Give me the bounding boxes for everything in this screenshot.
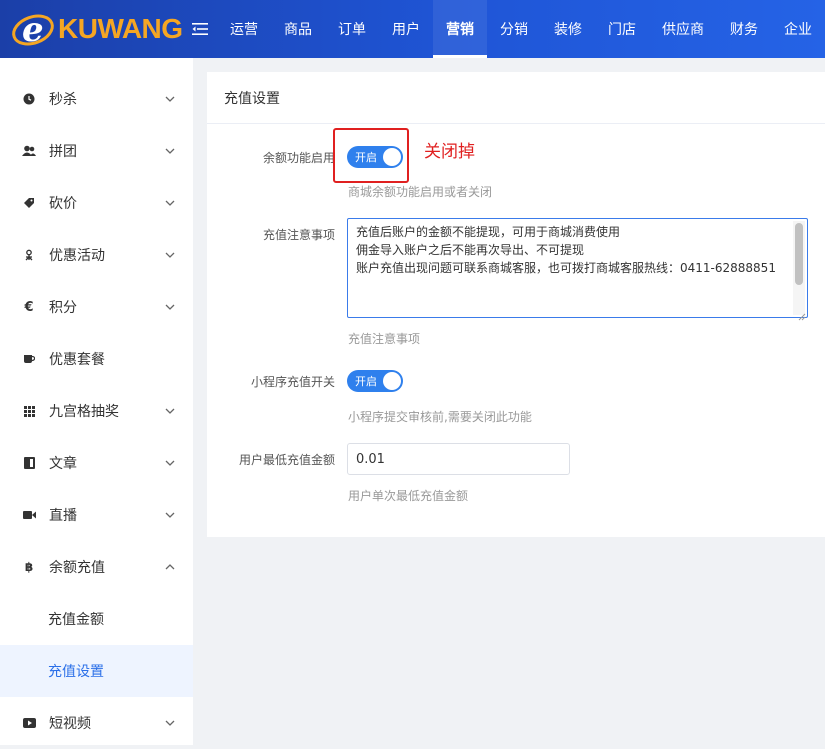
- min-amount-label: 用户最低充值金额: [238, 453, 335, 467]
- toggle-state-text: 开启: [355, 375, 377, 388]
- nav-item-marketing[interactable]: 营销: [433, 0, 487, 58]
- chevron-down-icon: [165, 510, 175, 520]
- sidebar-item-label: 短视频: [49, 716, 91, 732]
- top-navbar: e KUWANG 运营 商品 订单 用户 营销 分销 装修 门店 供应商 财务 …: [0, 0, 825, 58]
- annotation-highlight-box: [333, 128, 409, 183]
- balance-switch-help: 商城余额功能启用或者关闭: [348, 185, 493, 199]
- cup-icon: [22, 352, 36, 366]
- sidebar-item-label: 九宫格抽奖: [49, 404, 119, 420]
- chevron-down-icon: [165, 458, 175, 468]
- mini-switch-help: 小程序提交审核前,需要关闭此功能: [348, 410, 532, 424]
- nav-item-enterprise[interactable]: 企业: [771, 0, 825, 58]
- clock-icon: [22, 92, 36, 106]
- tag-icon: [22, 196, 36, 210]
- sidebar-item-label: 积分: [49, 300, 77, 316]
- resize-handle-icon[interactable]: [798, 308, 806, 321]
- nav-item-stores[interactable]: 门店: [595, 0, 649, 58]
- settings-card: 充值设置 余额功能启用 开启 商城余额功能启用或者关闭 充值注意事项 充值后账户…: [207, 72, 825, 537]
- page-title: 充值设置: [207, 72, 825, 124]
- notice-line: 佣金导入账户之后不能再次导出、不可提现: [356, 243, 585, 257]
- sidebar-subitem-recharge-amount[interactable]: 充值金额: [0, 593, 193, 645]
- group-icon: [22, 144, 36, 158]
- gift-icon: [22, 248, 36, 262]
- chevron-down-icon: [165, 94, 175, 104]
- sidebar-item-points[interactable]: € 积分: [0, 281, 193, 333]
- sidebar-item-label: 拼团: [49, 144, 77, 160]
- chevron-down-icon: [165, 146, 175, 156]
- sidebar-item-label: 直播: [49, 508, 77, 524]
- article-icon: [22, 456, 36, 470]
- bitcoin-icon: ฿: [24, 560, 34, 574]
- nav-item-distribution[interactable]: 分销: [487, 0, 541, 58]
- nav-item-operations[interactable]: 运营: [217, 0, 271, 58]
- sidebar-item-label: 优惠套餐: [49, 352, 105, 368]
- notice-line: 账户充值出现问题可联系商城客服，也可拨打商城客服热线：0411-62888851: [356, 261, 776, 275]
- sidebar: 秒杀 拼团 砍价 优惠活动 € 积分 优惠套餐 九宫格抽奖 文章 直播 ฿ 余额…: [0, 58, 193, 745]
- sidebar-item-bargain[interactable]: 砍价: [0, 177, 193, 229]
- annotation-text: 关闭掉: [424, 142, 475, 162]
- mini-program-toggle[interactable]: 开启: [347, 370, 403, 392]
- menu-fold-icon[interactable]: [183, 0, 217, 58]
- notice-line: 充值后账户的金额不能提现，可用于商城消费使用: [356, 225, 621, 239]
- nav-item-users[interactable]: 用户: [379, 0, 433, 58]
- sidebar-item-package[interactable]: 优惠套餐: [0, 333, 193, 385]
- chevron-up-icon: [165, 562, 175, 572]
- sidebar-item-label: 优惠活动: [49, 248, 105, 264]
- notice-help: 充值注意事项: [348, 332, 421, 346]
- chevron-down-icon: [165, 718, 175, 728]
- euro-icon: €: [24, 299, 34, 315]
- video-icon: [22, 508, 36, 522]
- nav-item-products[interactable]: 商品: [271, 0, 325, 58]
- nav-item-orders[interactable]: 订单: [325, 0, 379, 58]
- logo-text: KUWANG: [58, 13, 183, 44]
- sidebar-item-short-video[interactable]: 短视频: [0, 697, 193, 749]
- sidebar-item-label: 砍价: [49, 196, 77, 212]
- sidebar-item-label: 秒杀: [49, 92, 77, 108]
- mini-switch-label: 小程序充值开关: [250, 375, 335, 389]
- sidebar-item-promotions[interactable]: 优惠活动: [0, 229, 193, 281]
- min-amount-input[interactable]: 0.01: [347, 443, 570, 475]
- nav-item-finance[interactable]: 财务: [717, 0, 771, 58]
- grid-icon: [22, 404, 36, 418]
- scrollbar-thumb[interactable]: [795, 223, 803, 285]
- logo[interactable]: e KUWANG: [0, 0, 183, 58]
- sidebar-item-lottery[interactable]: 九宫格抽奖: [0, 385, 193, 437]
- balance-switch-label: 余额功能启用: [262, 151, 335, 165]
- sidebar-item-articles[interactable]: 文章: [0, 437, 193, 489]
- logo-e-icon: e: [10, 9, 56, 50]
- notice-label: 充值注意事项: [262, 228, 335, 242]
- nav-item-suppliers[interactable]: 供应商: [649, 0, 717, 58]
- notice-textarea[interactable]: 充值后账户的金额不能提现，可用于商城消费使用 佣金导入账户之后不能再次导出、不可…: [347, 218, 808, 321]
- sidebar-item-seckill[interactable]: 秒杀: [0, 73, 193, 125]
- sidebar-subitem-recharge-settings[interactable]: 充值设置: [0, 645, 193, 697]
- toggle-knob: [383, 372, 401, 390]
- sidebar-item-label: 余额充值: [49, 560, 105, 576]
- textarea-scrollbar[interactable]: [793, 221, 805, 315]
- youtube-icon: [22, 716, 36, 730]
- sidebar-item-group-buy[interactable]: 拼团: [0, 125, 193, 177]
- sidebar-item-recharge[interactable]: ฿ 余额充值: [0, 541, 193, 593]
- chevron-down-icon: [165, 406, 175, 416]
- nav-item-decoration[interactable]: 装修: [541, 0, 595, 58]
- min-amount-help: 用户单次最低充值金额: [348, 489, 469, 503]
- svg-text:e: e: [22, 10, 44, 49]
- chevron-down-icon: [165, 198, 175, 208]
- sidebar-item-label: 文章: [49, 456, 77, 472]
- chevron-down-icon: [165, 250, 175, 260]
- main-nav: 运营 商品 订单 用户 营销 分销 装修 门店 供应商 财务 企业: [217, 0, 825, 58]
- chevron-down-icon: [165, 302, 175, 312]
- sidebar-item-live[interactable]: 直播: [0, 489, 193, 541]
